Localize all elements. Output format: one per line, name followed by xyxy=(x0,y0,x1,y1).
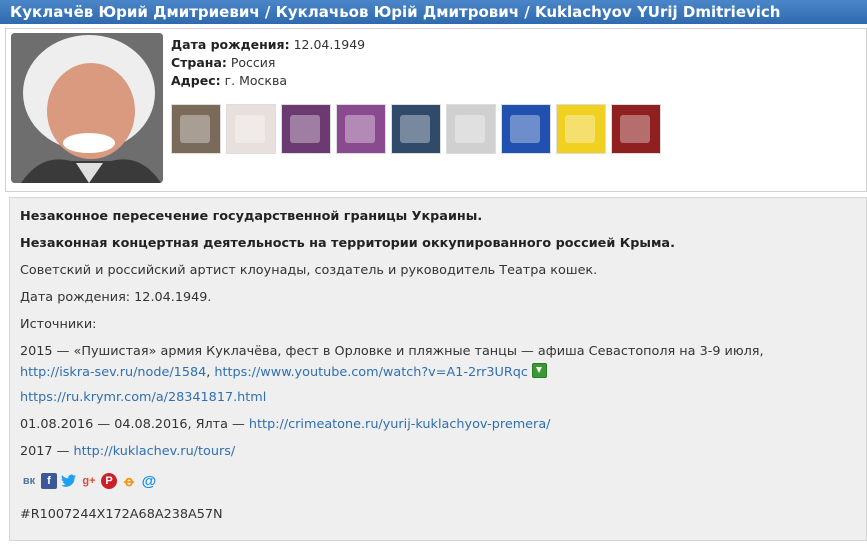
address-value: г. Москва xyxy=(224,73,287,88)
kuklachev-link[interactable]: http://kuklachev.ru/tours/ xyxy=(74,444,236,459)
description-text: Советский и российский артист клоунады, … xyxy=(20,263,598,278)
thumbnail-image[interactable] xyxy=(336,104,386,154)
portrait-image xyxy=(11,33,163,183)
profile-info: Дата рождения: 12.04.1949 Страна: Россия… xyxy=(171,36,365,90)
source-2016-text: 01.08.2016 — 04.08.2016, Ялта — xyxy=(20,417,249,432)
googleplus-icon[interactable]: g+ xyxy=(81,473,97,489)
thumbnail-image[interactable] xyxy=(281,104,331,154)
thumbnail-image[interactable] xyxy=(611,104,661,154)
thumbnail-content xyxy=(290,115,320,143)
source-2017-text: 2017 — xyxy=(20,444,74,459)
pinterest-icon[interactable]: P xyxy=(101,473,117,489)
birth-row: Дата рождения: 12.04.1949 xyxy=(171,36,365,54)
thumbnail-content xyxy=(565,115,595,143)
source-2016-row: 01.08.2016 — 04.08.2016, Ялта — http://c… xyxy=(20,417,550,432)
thumbnail-image[interactable] xyxy=(556,104,606,154)
crimeatone-link[interactable]: http://crimeatone.ru/yurij-kuklachyov-pr… xyxy=(249,417,551,432)
youtube-link[interactable]: https://www.youtube.com/watch?v=A1-2rr3U… xyxy=(214,365,528,380)
twitter-icon[interactable] xyxy=(61,473,77,489)
thumbnail-gallery xyxy=(171,104,661,154)
country-value: Россия xyxy=(230,55,276,70)
thumbnail-image[interactable] xyxy=(501,104,551,154)
page-title: Куклачёв Юрий Дмитриевич / Куклачьов Юрі… xyxy=(0,0,867,24)
violation-line-2: Незаконная концертная деятельность на те… xyxy=(20,236,675,251)
address-row: Адрес: г. Москва xyxy=(171,72,365,90)
sources-label: Источники: xyxy=(20,317,97,332)
thumbnail-content xyxy=(620,115,650,143)
thumbnail-image[interactable] xyxy=(226,104,276,154)
thumbnail-content xyxy=(180,115,210,143)
krymr-link[interactable]: https://ru.krymr.com/a/28341817.html xyxy=(20,390,266,405)
country-label: Страна: xyxy=(171,55,227,70)
facebook-icon[interactable]: f xyxy=(41,473,57,489)
source-2015-text: 2015 — «Пушистая» армия Куклачёва, фест … xyxy=(20,344,764,359)
thumbnail-content xyxy=(400,115,430,143)
thumbnail-image[interactable] xyxy=(171,104,221,154)
source-2017-row: 2017 — http://kuklachev.ru/tours/ xyxy=(20,444,235,459)
download-icon[interactable] xyxy=(532,363,548,378)
share-bar: вк f g+ P ꝋ @ xyxy=(21,473,157,490)
source-krymr-row: https://ru.krymr.com/a/28341817.html xyxy=(20,390,266,405)
vk-icon[interactable]: вк xyxy=(21,473,37,489)
record-id: #R1007244X172A68A238A57N xyxy=(20,507,223,522)
thumbnail-image[interactable] xyxy=(391,104,441,154)
thumbnail-content xyxy=(510,115,540,143)
thumbnail-content xyxy=(345,115,375,143)
profile-photo[interactable] xyxy=(11,33,163,183)
birth-label: Дата рождения: xyxy=(171,37,290,52)
thumbnail-content xyxy=(235,115,265,143)
country-row: Страна: Россия xyxy=(171,54,365,72)
address-label: Адрес: xyxy=(171,73,221,88)
birth-date-text: Дата рождения: 12.04.1949. xyxy=(20,290,212,305)
birth-value: 12.04.1949 xyxy=(293,37,366,52)
odnoklassniki-icon[interactable]: ꝋ xyxy=(121,473,137,489)
mail-icon[interactable]: @ xyxy=(141,473,157,490)
thumbnail-content xyxy=(455,115,485,143)
thumbnail-image[interactable] xyxy=(446,104,496,154)
violation-line-1: Незаконное пересечение государственной г… xyxy=(20,209,483,224)
iskra-link[interactable]: http://iskra-sev.ru/node/1584 xyxy=(20,365,206,380)
source-2015-links: http://iskra-sev.ru/node/1584, https://w… xyxy=(20,363,548,380)
